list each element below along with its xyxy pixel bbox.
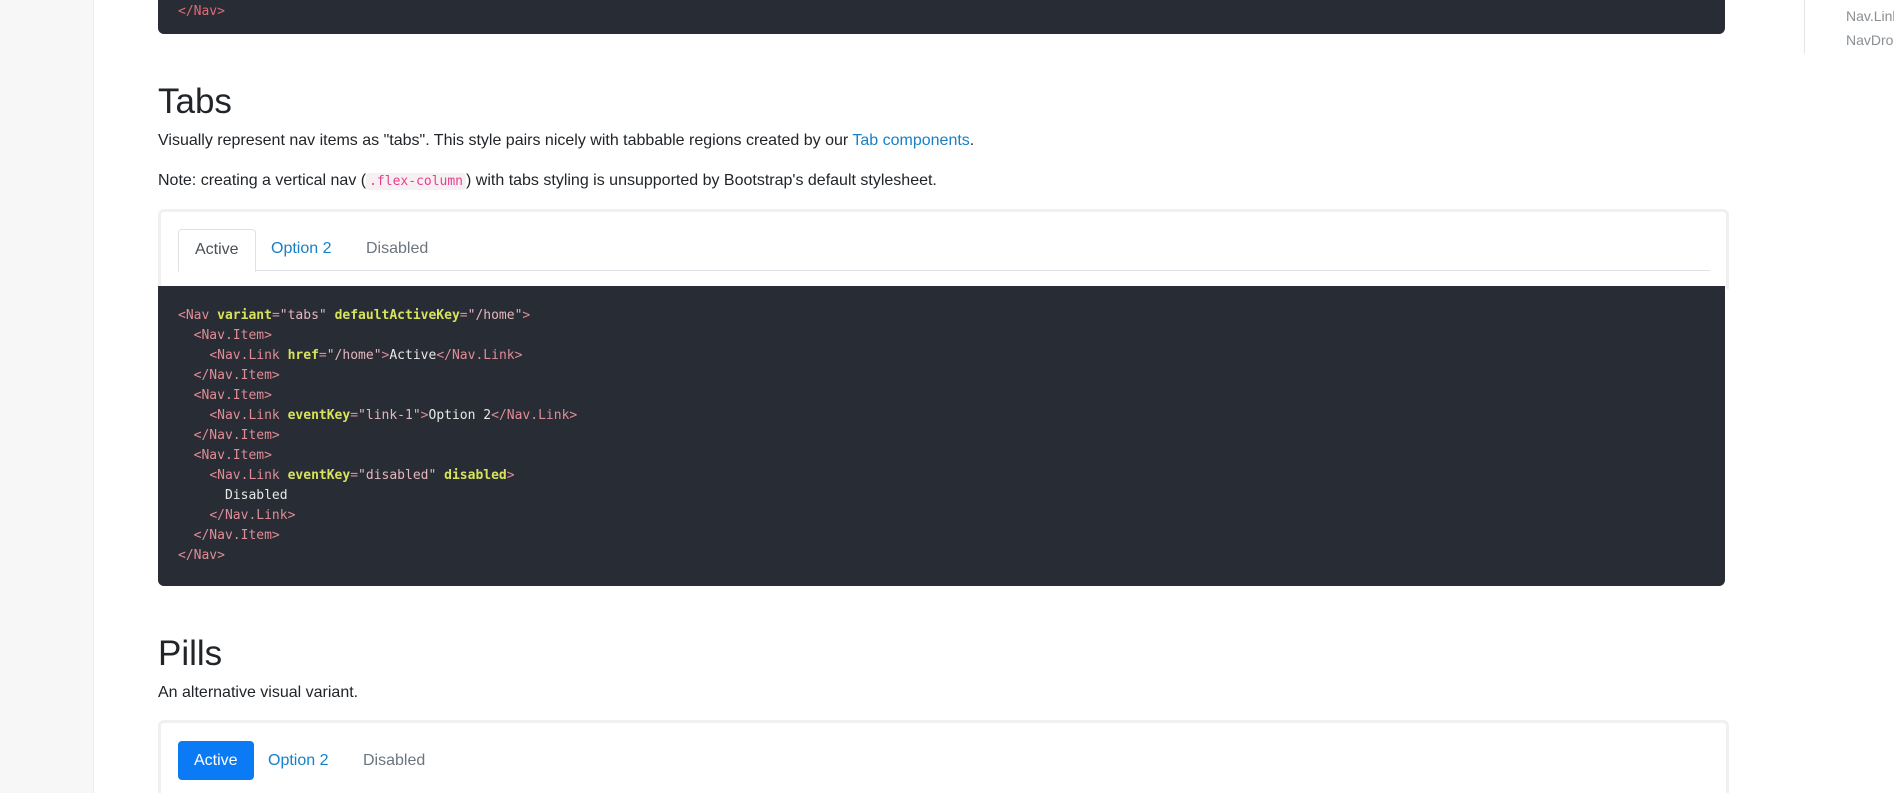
pill-active[interactable]: Active — [178, 741, 254, 780]
toc-item-nav-dropdown[interactable]: NavDrop — [1846, 32, 1894, 48]
pills-nav: Active Option 2 Disabled — [178, 741, 778, 781]
tabs-note-end: ) with tabs styling is unsupported by Bo… — [466, 172, 937, 189]
code-line: <Nav variant="tabs" defaultActiveKey="/h… — [178, 308, 531, 323]
pill-disabled: Disabled — [363, 752, 426, 769]
toc-item-nav-link[interactable]: Nav.Link — [1846, 8, 1894, 24]
flex-column-code: .flex-column — [366, 173, 467, 190]
table-of-contents: Nav.Link NavDrop — [1804, 0, 1894, 54]
code-line: <Nav.Link eventKey="disabled" disabled> — [209, 468, 515, 483]
tabs-note-text: Note: creating a vertical nav ( — [158, 172, 367, 189]
code-line: <Nav.Item> — [193, 388, 272, 403]
tabs-note: Note: creating a vertical nav (.flex-col… — [158, 172, 937, 190]
code-line: <Nav.Link eventKey="link-1">Option 2</Na… — [209, 408, 578, 423]
code-line: </Nav.Item> — [193, 428, 280, 443]
tabs-example: Active Option 2 Disabled — [158, 209, 1729, 289]
code-line: </Nav> — [178, 4, 225, 19]
left-sidebar — [0, 0, 94, 793]
tab-option-2[interactable]: Option 2 — [255, 229, 347, 269]
previous-code-block: </Nav> — [158, 0, 1725, 34]
code-line: </Nav.Item> — [193, 368, 280, 383]
pill-option-2[interactable]: Option 2 — [252, 741, 344, 780]
code-line: <Nav.Item> — [193, 448, 272, 463]
pills-example: Active Option 2 Disabled — [158, 720, 1729, 793]
tab-disabled: Disabled — [366, 240, 429, 257]
code-line: </Nav> — [178, 548, 225, 563]
code-line: <Nav.Item> — [193, 328, 272, 343]
tabs-nav: Active Option 2 Disabled — [178, 229, 1710, 272]
code-line: </Nav.Link> — [209, 508, 296, 523]
docs-page: Nav.Link NavDrop </Nav> Tabs Visually re… — [0, 0, 1894, 793]
code-line: Disabled — [224, 488, 288, 503]
section-title-pills: Pills — [158, 634, 223, 673]
tabs-description-text: Visually represent nav items as "tabs". … — [158, 132, 853, 149]
tab-active[interactable]: Active — [178, 229, 256, 272]
code-line: <Nav.Link href="/home">Active</Nav.Link> — [209, 348, 523, 363]
tabs-description: Visually represent nav items as "tabs". … — [158, 132, 974, 150]
section-title-tabs: Tabs — [158, 82, 232, 121]
code-line: </Nav.Item> — [193, 528, 280, 543]
tab-components-link[interactable]: Tab components — [852, 132, 969, 149]
tabs-description-end: . — [969, 132, 975, 149]
pills-description: An alternative visual variant. — [158, 684, 359, 701]
tabs-code-block: <Nav variant="tabs" defaultActiveKey="/h… — [158, 286, 1725, 586]
